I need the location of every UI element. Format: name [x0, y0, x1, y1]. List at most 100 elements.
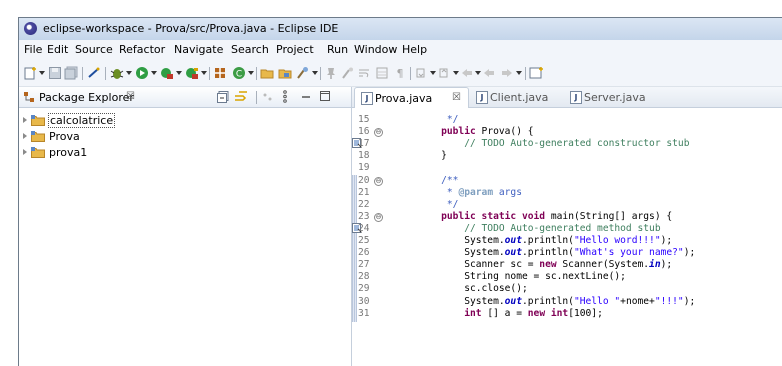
- menu-source[interactable]: Source: [75, 43, 113, 56]
- new-java-package-icon[interactable]: [213, 66, 227, 80]
- open-type-icon[interactable]: [260, 66, 274, 80]
- menu-project[interactable]: Project: [276, 43, 314, 56]
- code-line[interactable]: System.out.println("Hello word!!!");: [418, 235, 672, 246]
- new-icon[interactable]: [23, 66, 37, 80]
- previous-annotation-icon[interactable]: [437, 66, 451, 80]
- search-dropdown-icon[interactable]: [312, 71, 318, 75]
- coverage-icon[interactable]: [160, 66, 174, 80]
- forward-dropdown-icon[interactable]: [516, 71, 522, 75]
- menu-bar: File Edit Source Refactor Navigate Searc…: [19, 40, 782, 60]
- back-icon[interactable]: [482, 66, 496, 80]
- code-line[interactable]: String nome = sc.nextLine();: [418, 271, 626, 282]
- menu-edit[interactable]: Edit: [47, 43, 68, 56]
- maximize-icon[interactable]: [320, 91, 330, 101]
- line-number: 27: [358, 259, 370, 271]
- toggle-breadcrumb-icon[interactable]: [87, 66, 101, 80]
- tab-label: Client.java: [490, 91, 549, 104]
- forward-icon[interactable]: [500, 66, 514, 80]
- toolbar-separator: [320, 67, 321, 80]
- java-file-icon: J: [570, 91, 582, 104]
- code-line[interactable]: */: [418, 114, 459, 125]
- package-explorer-view: Package Explorer ☒ calcolatrice Prova pr…: [19, 87, 352, 366]
- code-line[interactable]: public static void main(String[] args) {: [418, 211, 672, 222]
- external-tools-dropdown-icon[interactable]: [201, 71, 207, 75]
- menu-navigate[interactable]: Navigate: [174, 43, 223, 56]
- line-number: 20: [358, 174, 370, 186]
- code-line[interactable]: */: [418, 199, 459, 210]
- tab-label: Prova.java: [375, 92, 433, 105]
- next-annotation-dropdown-icon[interactable]: [430, 71, 436, 75]
- next-annotation-icon[interactable]: [414, 66, 428, 80]
- close-view-icon[interactable]: ☒: [126, 91, 135, 102]
- last-edit-location-icon[interactable]: [460, 66, 474, 80]
- toggle-word-wrap-icon[interactable]: [357, 66, 371, 80]
- new-class-dropdown-icon[interactable]: [248, 71, 254, 75]
- toolbar-separator: [410, 67, 411, 80]
- toggle-block-selection-icon[interactable]: [375, 66, 389, 80]
- line-number: 18: [358, 150, 370, 162]
- expand-arrow-icon[interactable]: [23, 133, 27, 139]
- code-line[interactable]: }: [418, 150, 447, 161]
- show-whitespace-icon[interactable]: ¶: [393, 66, 407, 80]
- window-title: eclipse-workspace - Prova/src/Prova.java…: [43, 22, 339, 35]
- tab-client-java[interactable]: J Client.java: [470, 87, 560, 107]
- previous-annotation-dropdown-icon[interactable]: [453, 71, 459, 75]
- code-line[interactable]: System.out.println("What's your name?");: [418, 247, 695, 258]
- svg-text:C: C: [236, 70, 242, 80]
- close-tab-icon[interactable]: ☒: [452, 92, 461, 103]
- eclipse-window: eclipse-workspace - Prova/src/Prova.java…: [18, 17, 782, 366]
- eclipse-logo-icon: [24, 22, 37, 35]
- save-all-icon[interactable]: [64, 66, 78, 80]
- menu-refactor[interactable]: Refactor: [119, 43, 165, 56]
- menu-window[interactable]: Window: [354, 43, 397, 56]
- code-line[interactable]: public Prova() {: [418, 126, 533, 137]
- open-task-icon[interactable]: [278, 66, 292, 80]
- pin-editor-icon[interactable]: [324, 66, 338, 80]
- code-line[interactable]: // TODO Auto-generated method stub: [418, 223, 660, 234]
- save-icon[interactable]: [48, 66, 62, 80]
- toolbar-separator: [256, 67, 257, 80]
- link-with-editor-icon[interactable]: [234, 91, 248, 103]
- view-menu-icon[interactable]: [282, 90, 288, 103]
- focus-on-active-task-icon[interactable]: [262, 91, 274, 103]
- line-number: 15: [358, 114, 370, 125]
- toggle-mark-occurrences-icon[interactable]: [341, 66, 355, 80]
- code-line[interactable]: sc.close();: [418, 283, 528, 294]
- fold-collapse-icon[interactable]: ⊖: [374, 128, 383, 138]
- external-tools-icon[interactable]: [185, 66, 199, 80]
- line-number: 29: [358, 283, 370, 295]
- package-explorer-tab[interactable]: Package Explorer ☒: [19, 87, 351, 108]
- fold-collapse-icon[interactable]: ⊖: [374, 212, 383, 222]
- search-icon[interactable]: [296, 66, 310, 80]
- tab-server-java[interactable]: J Server.java: [564, 87, 654, 107]
- open-perspective-icon[interactable]: [529, 66, 543, 80]
- new-java-class-icon[interactable]: C: [232, 66, 246, 80]
- fold-collapse-icon[interactable]: ⊖: [374, 176, 383, 186]
- code-line[interactable]: /**: [418, 175, 458, 186]
- line-number-ruler[interactable]: 15 16 ⊖ 17 18 19 20 ⊖ 21 22 23 ⊖ 24 25 26 27 28 29 30 31: [352, 108, 383, 366]
- last-edit-dropdown-icon[interactable]: [475, 71, 481, 75]
- java-project-icon: [31, 131, 45, 142]
- code-line[interactable]: System.out.println("Hello "+nome+"!!!");: [418, 296, 695, 307]
- collapse-all-icon[interactable]: [217, 91, 229, 103]
- menu-file[interactable]: File: [24, 43, 42, 56]
- menu-search[interactable]: Search: [231, 43, 269, 56]
- expand-arrow-icon[interactable]: [23, 117, 27, 123]
- menu-help[interactable]: Help: [402, 43, 427, 56]
- tab-prova-java[interactable]: J Prova.java ☒: [354, 87, 469, 108]
- expand-arrow-icon[interactable]: [23, 149, 27, 155]
- menu-run[interactable]: Run: [327, 43, 348, 56]
- view-toolbar-separator: [256, 91, 257, 104]
- run-icon[interactable]: [135, 66, 149, 80]
- line-number: 16: [358, 126, 370, 138]
- new-dropdown-icon[interactable]: [39, 71, 45, 75]
- coverage-dropdown-icon[interactable]: [176, 71, 182, 75]
- code-line[interactable]: * @param args: [418, 187, 522, 198]
- code-line[interactable]: int [] a = new int[100];: [418, 308, 603, 319]
- minimize-icon[interactable]: [301, 92, 311, 102]
- code-line[interactable]: // TODO Auto-generated constructor stub: [418, 138, 689, 149]
- debug-icon[interactable]: [110, 66, 124, 80]
- code-line[interactable]: Scanner sc = new Scanner(System.in);: [418, 259, 672, 270]
- debug-dropdown-icon[interactable]: [126, 71, 132, 75]
- run-dropdown-icon[interactable]: [151, 71, 157, 75]
